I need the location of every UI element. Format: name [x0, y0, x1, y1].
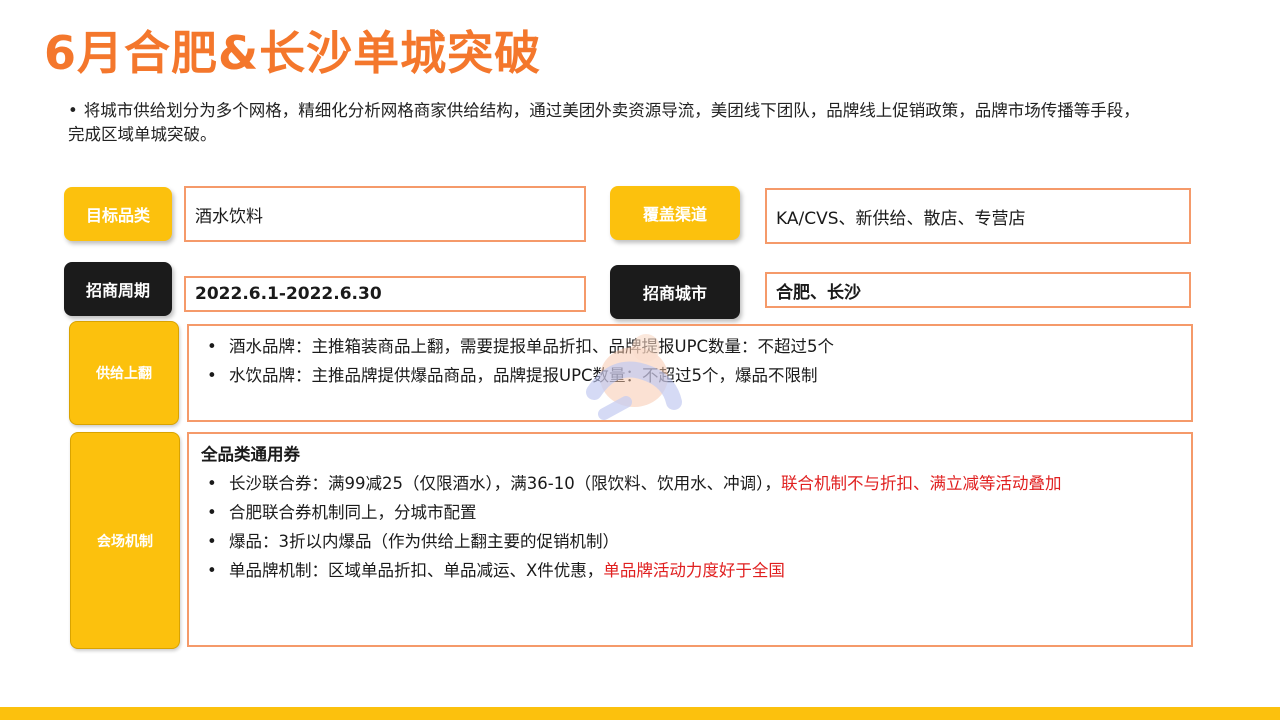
- intro-text: 将城市供给划分为多个网格，精细化分析网格商家供给结构，通过美团外卖资源导流，美团…: [68, 101, 1140, 144]
- list-item: • 长沙联合券：满99减25（仅限酒水），满36-10（限饮料、饮用水、冲调），…: [199, 469, 1181, 498]
- channels-label: 覆盖渠道: [610, 186, 740, 240]
- channels-value: KA/CVS、新供给、散店、专营店: [765, 188, 1191, 244]
- intro-paragraph: • 将城市供给划分为多个网格，精细化分析网格商家供给结构，通过美团外卖资源导流，美…: [68, 99, 1148, 147]
- venue-item-highlight: 单品牌活动力度好于全国: [603, 561, 785, 580]
- target-category-label: 目标品类: [64, 187, 172, 241]
- list-item: • 爆品：3折以内爆品（作为供给上翻主要的促销机制）: [199, 527, 1181, 556]
- mascot-watermark: [586, 334, 682, 420]
- bullet: •: [207, 532, 217, 551]
- bullet: •: [207, 366, 217, 385]
- target-category-value: 酒水饮料: [184, 186, 586, 242]
- supply-item-text: 水饮品牌：主推品牌提供爆品商品，品牌提报UPC数量：不超过5个，爆品不限制: [229, 366, 818, 385]
- supply-label: 供给上翻: [69, 321, 179, 425]
- venue-item-text: 长沙联合券：满99减25（仅限酒水），满36-10（限饮料、饮用水、冲调），: [229, 474, 781, 493]
- venue-item-text: 合肥联合券机制同上，分城市配置: [229, 503, 477, 522]
- page-title: 6月合肥&长沙单城突破: [44, 26, 542, 80]
- bullet: •: [207, 561, 217, 580]
- bullet: •: [207, 503, 217, 522]
- intro-bullet: •: [68, 101, 78, 120]
- venue-label: 会场机制: [70, 432, 180, 649]
- cities-value: 合肥、长沙: [765, 272, 1191, 308]
- venue-box: 全品类通用券 • 长沙联合券：满99减25（仅限酒水），满36-10（限饮料、饮…: [187, 432, 1193, 647]
- supply-item-text: 酒水品牌：主推箱装商品上翻，需要提报单品折扣、品牌提报UPC数量：不超过5个: [229, 337, 835, 356]
- venue-item-text: 单品牌机制：区域单品折扣、单品减运、X件优惠，: [229, 561, 604, 580]
- venue-heading: 全品类通用券: [201, 445, 300, 464]
- venue-item-highlight: 联合机制不与折扣、满立减等活动叠加: [780, 474, 1062, 493]
- period-value: 2022.6.1-2022.6.30: [184, 276, 586, 312]
- period-label: 招商周期: [64, 262, 172, 316]
- bullet: •: [207, 474, 217, 493]
- bullet: •: [207, 337, 217, 356]
- cities-label: 招商城市: [610, 265, 740, 319]
- venue-item-text: 爆品：3折以内爆品（作为供给上翻主要的促销机制）: [229, 532, 619, 551]
- bottom-accent-bar: [0, 707, 1280, 720]
- list-item: • 合肥联合券机制同上，分城市配置: [199, 498, 1181, 527]
- list-item: • 单品牌机制：区域单品折扣、单品减运、X件优惠， 单品牌活动力度好于全国: [199, 556, 1181, 585]
